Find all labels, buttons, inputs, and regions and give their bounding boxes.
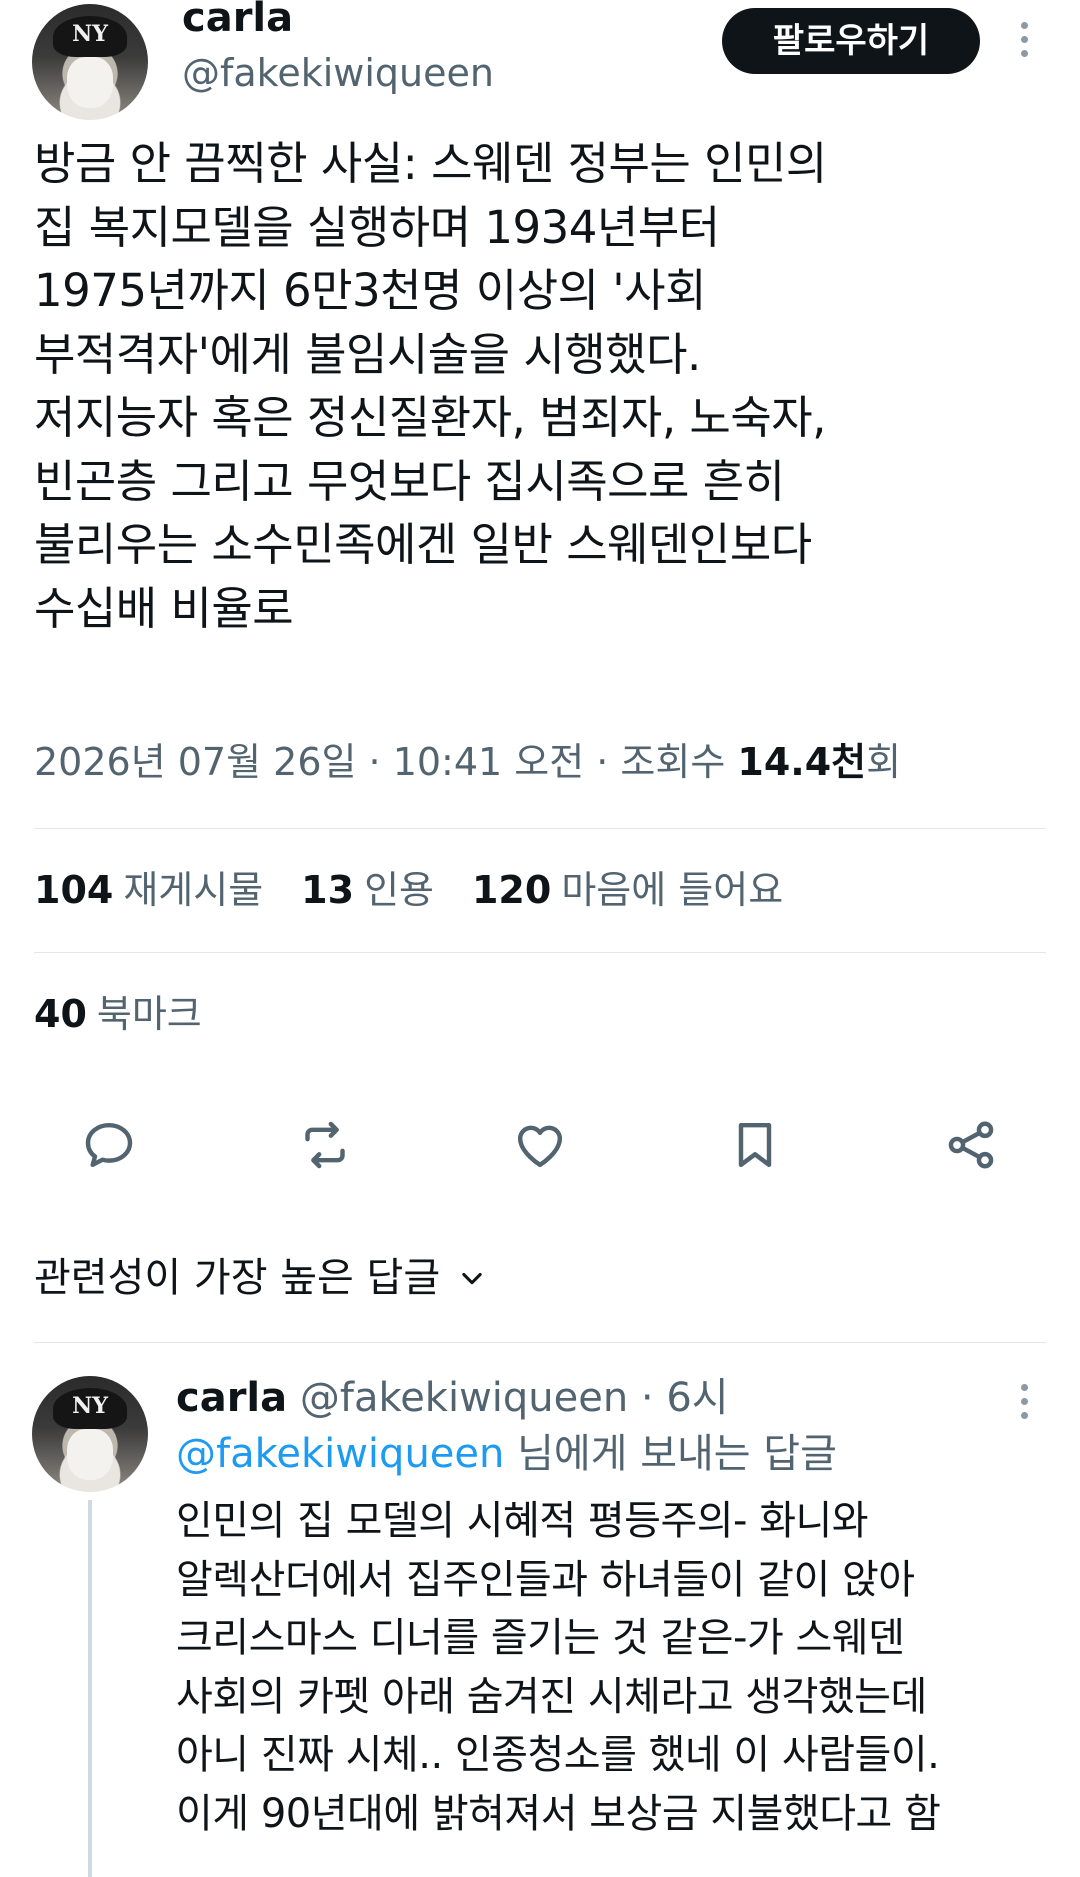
tweet-meta: 2026년 07월 26일 · 10:41 오전 · 조회수 14.4천회 — [34, 736, 901, 788]
reply-author-avatar[interactable]: NY — [32, 1376, 148, 1492]
bookmarks-count: 40 — [34, 992, 87, 1036]
likes-count: 120 — [471, 868, 552, 912]
face-graphic — [66, 1429, 114, 1481]
chevron-down-icon — [462, 1272, 482, 1285]
replies-sort-dropdown[interactable]: 관련성이 가장 높은 답글 — [34, 1250, 486, 1306]
tweet-detail-screen: NY carla @fakekiwiqueen 팔로우하기 방금 안 끔찍한 사… — [0, 0, 1080, 1877]
tweet-text: 방금 안 끔찍한 사실: 스웨덴 정부는 인민의 집 복지모델을 실행하며 19… — [34, 137, 827, 635]
author-display-name[interactable]: carla — [182, 0, 293, 42]
divider — [34, 1342, 1046, 1343]
like-icon[interactable] — [505, 1110, 575, 1180]
retweets-label: 재게시물 — [123, 868, 264, 912]
reply-mention-link[interactable]: @fakekiwiqueen — [176, 1431, 504, 1477]
reply-icon[interactable] — [74, 1110, 144, 1180]
engagement-stats: 104 재게시물 13 인용 120 마음에 들어요 — [34, 864, 821, 916]
action-bar — [0, 1110, 1080, 1180]
cap-graphic: NY — [52, 15, 128, 58]
more-options-icon[interactable] — [1012, 22, 1036, 57]
retweets-stat[interactable]: 104 재게시물 — [34, 868, 301, 912]
cap-logo: NY — [72, 1392, 108, 1419]
view-suffix: 회 — [866, 740, 902, 784]
author-handle[interactable]: @fakekiwiqueen — [182, 50, 494, 96]
divider — [34, 828, 1046, 829]
reply-header: carla @fakekiwiqueen · 6시 — [176, 1370, 729, 1426]
replies-sort-label: 관련성이 가장 높은 답글 — [34, 1255, 441, 1301]
bookmarks-stat[interactable]: 40 북마크 — [34, 988, 240, 1040]
author-avatar[interactable]: NY — [32, 4, 148, 120]
reply-more-options-icon[interactable] — [1012, 1384, 1036, 1419]
quotes-count: 13 — [301, 868, 355, 912]
thread-connector-line — [88, 1500, 92, 1877]
retweet-icon[interactable] — [290, 1110, 360, 1180]
reply-text: 인민의 집 모델의 시혜적 평등주의- 화니와 알렉산더에서 집주인들과 하녀들… — [176, 1498, 941, 1837]
quotes-stat[interactable]: 13 인용 — [301, 868, 472, 912]
reply-handle-time[interactable]: @fakekiwiqueen · 6시 — [287, 1375, 729, 1421]
likes-label: 마음에 들어요 — [561, 868, 784, 912]
bookmarks-label: 북마크 — [96, 992, 202, 1036]
face-graphic — [66, 57, 114, 109]
share-icon[interactable] — [936, 1110, 1006, 1180]
reply-author-name[interactable]: carla — [176, 1375, 287, 1421]
retweets-count: 104 — [34, 868, 114, 912]
quotes-label: 인용 — [364, 868, 434, 912]
likes-stat[interactable]: 120 마음에 들어요 — [472, 868, 821, 912]
follow-button[interactable]: 팔로우하기 — [722, 8, 980, 74]
replying-to: @fakekiwiqueen 님에게 보내는 답글 — [176, 1426, 837, 1482]
bookmark-icon[interactable] — [720, 1110, 790, 1180]
cap-graphic: NY — [52, 1387, 128, 1430]
tweet-timestamp: 2026년 07월 26일 · 10:41 오전 · 조회수 — [34, 740, 738, 784]
divider — [34, 952, 1046, 953]
reply-to-suffix: 님에게 보내는 답글 — [504, 1431, 837, 1477]
view-count: 14.4천 — [737, 740, 867, 784]
cap-logo: NY — [72, 20, 108, 47]
